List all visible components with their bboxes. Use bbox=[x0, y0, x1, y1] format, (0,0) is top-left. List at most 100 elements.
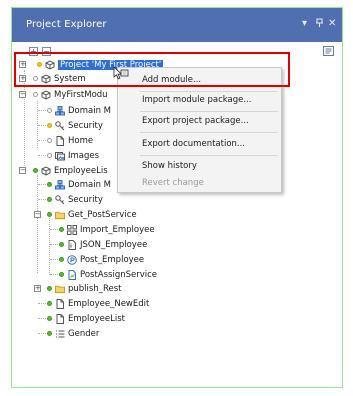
status-dot bbox=[47, 153, 52, 158]
status-dot bbox=[47, 123, 52, 128]
tree-item-post-assign-service[interactable]: PostAssignService bbox=[59, 268, 157, 281]
tree-item-gender[interactable]: Gender bbox=[47, 327, 99, 340]
status-dot bbox=[47, 286, 52, 291]
tree-item-label: Home bbox=[68, 135, 94, 146]
status-dot bbox=[47, 301, 52, 306]
status-dot bbox=[47, 212, 52, 217]
tree-item-label: Import_Employee bbox=[80, 224, 155, 235]
panel-title-bar: Project Explorer ▾ ✕ bbox=[12, 8, 342, 42]
tree-item-label: Employee_NewEdit bbox=[68, 298, 150, 309]
tree-item-security[interactable]: Security bbox=[47, 193, 103, 206]
tree-guide bbox=[38, 140, 46, 141]
tree-item-post-employee[interactable]: Post_Employee bbox=[59, 253, 144, 266]
close-icon[interactable]: ✕ bbox=[328, 18, 336, 29]
menu-separator bbox=[140, 91, 278, 92]
tree-item-label: EmployeeList bbox=[68, 313, 125, 324]
panel-title: Project Explorer bbox=[26, 19, 107, 30]
microflow-icon bbox=[67, 254, 77, 265]
tree-item-home[interactable]: Home bbox=[47, 134, 93, 147]
tree-guide bbox=[38, 303, 46, 304]
status-dot bbox=[59, 272, 64, 277]
enumeration-icon bbox=[55, 329, 65, 339]
status-dot bbox=[47, 138, 52, 143]
tree-item-label: Security bbox=[68, 120, 103, 131]
tree-item-label: Images bbox=[68, 150, 100, 161]
tree-item-json-employee[interactable]: JSON_Employee bbox=[59, 238, 147, 251]
tree-item-domain-model[interactable]: Domain M bbox=[47, 104, 111, 117]
tree-item-module[interactable]: MyFirstModu bbox=[33, 88, 108, 101]
collapse-toggle[interactable]: − bbox=[19, 91, 26, 98]
page-icon bbox=[55, 135, 65, 146]
tree-guide bbox=[38, 318, 46, 319]
tree-item-label: publish_Rest bbox=[68, 283, 122, 294]
json-structure-icon bbox=[67, 239, 77, 250]
menu-item-show-history[interactable]: Show history bbox=[142, 161, 197, 171]
domain-model-icon bbox=[55, 179, 65, 190]
expand-toggle[interactable]: + bbox=[34, 285, 41, 292]
nanoflow-icon bbox=[67, 269, 77, 280]
mouse-cursor-icon bbox=[113, 66, 129, 83]
tree-item-label: MyFirstModu bbox=[54, 89, 108, 100]
tree-guide bbox=[37, 175, 38, 273]
security-icon bbox=[55, 194, 65, 205]
tree-item-employee-module[interactable]: EmployeeLis bbox=[33, 164, 108, 177]
tree-item-folder-get-postservice[interactable]: Get_PostService bbox=[47, 208, 137, 221]
tree-item-label: Domain M bbox=[68, 105, 112, 116]
menu-item-import-module-package[interactable]: Import module package... bbox=[142, 95, 251, 105]
folder-icon bbox=[55, 210, 65, 220]
tree-guide bbox=[38, 125, 46, 126]
domain-model-icon bbox=[55, 105, 65, 116]
status-dot bbox=[59, 242, 64, 247]
collapse-toggle[interactable]: − bbox=[19, 167, 26, 174]
menu-item-revert-change: Revert change bbox=[142, 178, 204, 188]
folder-icon bbox=[55, 284, 65, 294]
tree-guide bbox=[38, 199, 46, 200]
security-icon bbox=[55, 120, 65, 131]
tree-item-folder-publish-rest[interactable]: publish_Rest bbox=[47, 282, 121, 295]
menu-item-export-documentation[interactable]: Export documentation... bbox=[142, 139, 245, 149]
tree-guide bbox=[49, 218, 50, 275]
status-dot bbox=[47, 182, 52, 187]
status-dot bbox=[33, 168, 38, 173]
tree-guide bbox=[38, 333, 46, 334]
menu-separator bbox=[140, 155, 278, 156]
status-dot bbox=[47, 331, 52, 336]
tree-guide bbox=[50, 259, 58, 260]
status-dot bbox=[59, 257, 64, 262]
tree-guide bbox=[38, 184, 46, 185]
tree-item-security[interactable]: Security bbox=[47, 119, 103, 132]
images-icon bbox=[55, 151, 65, 161]
menu-separator bbox=[140, 132, 278, 133]
tree-item-label: Security bbox=[68, 194, 103, 205]
status-dot bbox=[47, 197, 52, 202]
tree-guide bbox=[38, 155, 46, 156]
tree-guide bbox=[50, 244, 58, 245]
status-dot bbox=[33, 92, 38, 97]
tree-item-images[interactable]: Images bbox=[47, 149, 99, 162]
collapse-toggle[interactable]: − bbox=[34, 211, 41, 218]
page-icon bbox=[55, 298, 65, 309]
menu-separator bbox=[140, 111, 278, 112]
import-mapping-icon bbox=[67, 224, 77, 235]
tree-guide bbox=[50, 274, 58, 275]
tree-item-employeelist[interactable]: EmployeeList bbox=[47, 312, 125, 325]
tree-guide bbox=[50, 229, 58, 230]
tree-item-import-employee[interactable]: Import_Employee bbox=[59, 223, 155, 236]
link-with-editor-icon[interactable] bbox=[323, 46, 334, 59]
tree-item-label: EmployeeLis bbox=[54, 165, 108, 176]
module-icon bbox=[41, 165, 51, 176]
tree-item-label: Get_PostService bbox=[68, 209, 137, 220]
tree-item-label: PostAssignService bbox=[80, 269, 158, 280]
menu-item-export-project-package[interactable]: Export project package... bbox=[142, 116, 249, 126]
tree-item-label: JSON_Employee bbox=[80, 239, 148, 250]
tree-item-label: Gender bbox=[68, 328, 100, 339]
tree-item-domain-model[interactable]: Domain M bbox=[47, 178, 111, 191]
status-dot bbox=[47, 316, 52, 321]
panel-options-dropdown-icon[interactable]: ▾ bbox=[302, 18, 307, 29]
tree-item-label: Domain M bbox=[68, 179, 112, 190]
pin-icon[interactable] bbox=[315, 18, 324, 31]
status-dot bbox=[47, 108, 52, 113]
tree-item-label: Post_Employee bbox=[80, 254, 145, 265]
tree-item-employee-newedit[interactable]: Employee_NewEdit bbox=[47, 297, 149, 310]
highlight-box bbox=[14, 52, 290, 87]
